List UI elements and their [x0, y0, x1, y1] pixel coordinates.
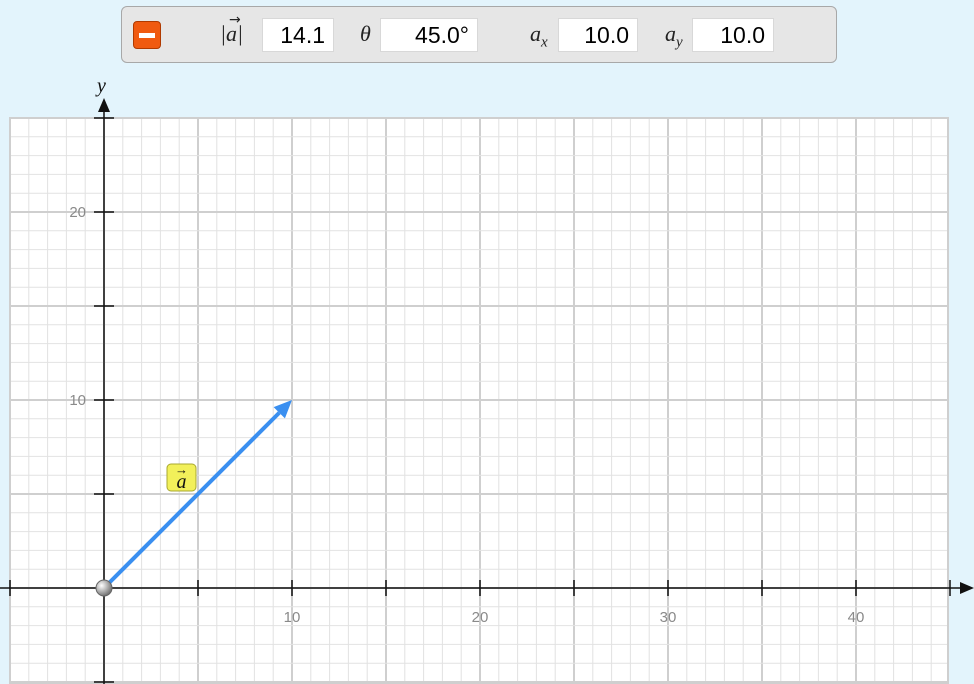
vector-graph[interactable]: y 10 20 30 40 10 20 →a — [0, 0, 974, 684]
vector-a-tail-handle[interactable] — [95, 579, 113, 597]
svg-text:a: a — [177, 471, 187, 493]
x-tick-label: 30 — [660, 609, 677, 626]
x-tick-label: 10 — [284, 609, 301, 626]
x-axis-arrow-icon — [960, 582, 974, 594]
x-tick-label: 20 — [472, 609, 489, 626]
y-tick-label: 10 — [69, 392, 86, 409]
y-axis-arrow-icon — [98, 98, 110, 112]
vector-a-label[interactable]: →a — [166, 462, 197, 493]
y-axis-label: y — [95, 75, 106, 97]
grid — [9, 117, 949, 684]
y-tick-label: 20 — [69, 204, 86, 221]
x-tick-label: 40 — [848, 609, 865, 626]
